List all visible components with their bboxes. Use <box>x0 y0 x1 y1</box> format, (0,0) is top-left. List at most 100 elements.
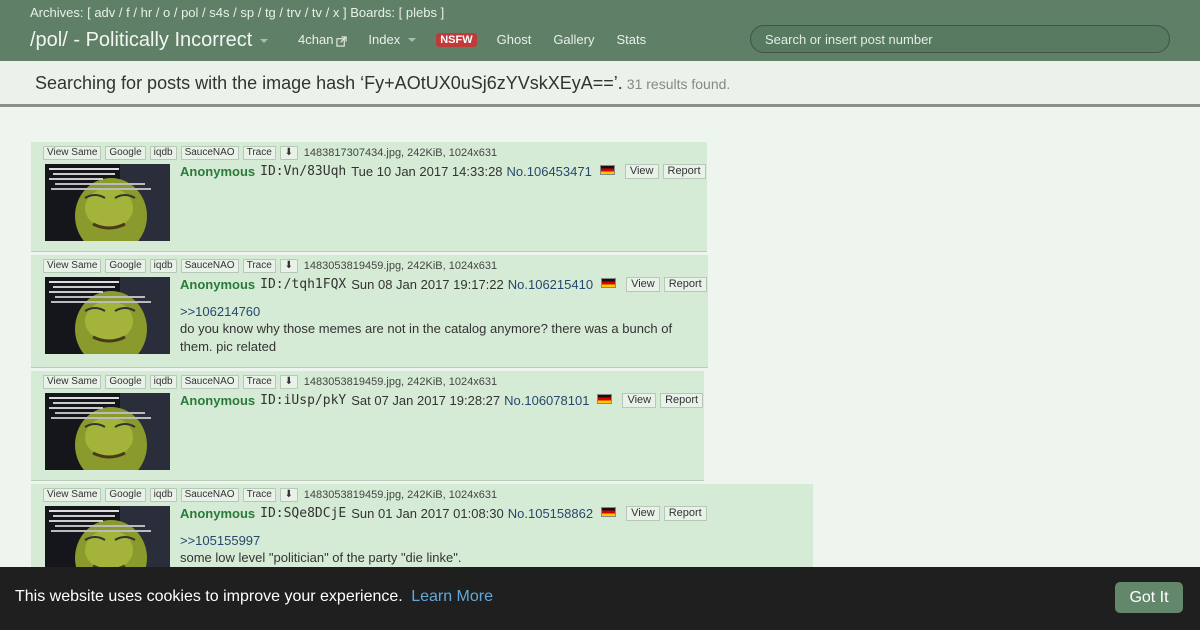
poster-id[interactable]: ID:Vn/83Uqh <box>260 164 346 179</box>
view-post-button[interactable]: View <box>626 277 660 292</box>
quote-link[interactable]: >>105155997 <box>180 533 260 548</box>
view-post-button[interactable]: View <box>626 506 660 521</box>
file-controls: View Same Google iqdb SauceNAO Trace ⬇ 1… <box>43 259 497 273</box>
board-title: /pol/ - Politically Incorrect <box>30 29 253 51</box>
cookie-message: This website uses cookies to improve you… <box>15 588 403 605</box>
trace-button[interactable]: Trace <box>242 375 276 389</box>
saucenao-button[interactable]: SauceNAO <box>180 259 239 273</box>
iqdb-button[interactable]: iqdb <box>149 488 177 502</box>
iqdb-button[interactable]: iqdb <box>149 375 177 389</box>
nav-gallery-link[interactable]: Gallery <box>553 32 594 47</box>
post-thumbnail[interactable] <box>45 164 170 241</box>
trace-button[interactable]: Trace <box>242 146 276 160</box>
saucenao-button[interactable]: SauceNAO <box>180 488 239 502</box>
learn-more-link[interactable]: Learn More <box>411 588 493 605</box>
quote-link[interactable]: >>106214760 <box>180 304 260 319</box>
google-search-button[interactable]: Google <box>105 259 146 273</box>
view-same-button[interactable]: View Same <box>43 375 102 389</box>
iqdb-button[interactable]: iqdb <box>149 146 177 160</box>
nav-4chan-link[interactable]: 4chan <box>298 32 348 47</box>
google-search-button[interactable]: Google <box>105 146 146 160</box>
board-link-pol[interactable]: pol <box>181 5 198 20</box>
post-body: do you know why those memes are not in t… <box>180 321 673 354</box>
poster-name: Anonymous <box>180 393 256 408</box>
file-controls: View Same Google iqdb SauceNAO Trace ⬇ 1… <box>43 146 497 160</box>
board-link-hr[interactable]: hr <box>141 5 153 20</box>
cookie-accept-button[interactable]: Got It <box>1115 582 1183 613</box>
poster-id[interactable]: ID:SQe8DCjE <box>260 506 346 521</box>
nav-ghost-link[interactable]: Ghost <box>497 32 532 47</box>
poster-id[interactable]: ID:/tqh1FQX <box>260 277 346 292</box>
board-link-plebs[interactable]: plebs <box>406 5 437 20</box>
view-post-button[interactable]: View <box>624 164 659 179</box>
report-post-button[interactable]: Report <box>662 164 706 179</box>
file-controls: View Same Google iqdb SauceNAO Trace ⬇ 1… <box>43 488 497 502</box>
post-header: Anonymous ID:iUsp/pkY Sat 07 Jan 2017 19… <box>180 393 707 408</box>
google-search-button[interactable]: Google <box>105 375 146 389</box>
archives-label: Archives: [ <box>30 5 91 20</box>
view-same-button[interactable]: View Same <box>43 259 102 273</box>
board-link-f[interactable]: f <box>126 5 130 20</box>
post-item: View Same Google iqdb SauceNAO Trace ⬇ 1… <box>31 371 704 481</box>
chevron-down-icon <box>260 38 269 43</box>
post-date: Sun 08 Jan 2017 19:17:22 <box>351 277 504 292</box>
post-item: View Same Google iqdb SauceNAO Trace ⬇ 1… <box>31 255 708 368</box>
board-link-s4s[interactable]: s4s <box>209 5 229 20</box>
post-thumbnail[interactable] <box>45 393 170 470</box>
board-link-trv[interactable]: trv <box>287 5 301 20</box>
download-icon[interactable]: ⬇ <box>279 259 298 273</box>
post-number-link[interactable]: No.106078101 <box>504 393 589 408</box>
download-icon[interactable]: ⬇ <box>279 488 298 502</box>
saucenao-button[interactable]: SauceNAO <box>180 146 239 160</box>
chevron-down-icon <box>408 37 417 42</box>
report-post-button[interactable]: Report <box>663 277 707 292</box>
search-input[interactable]: Search or insert post number <box>750 25 1170 53</box>
nav-stats-link[interactable]: Stats <box>617 32 647 47</box>
post-header: Anonymous ID:/tqh1FQX Sun 08 Jan 2017 19… <box>180 277 711 292</box>
results-count: 31 results found. <box>626 76 731 92</box>
board-title-dropdown[interactable]: /pol/ - Politically Incorrect <box>30 29 269 52</box>
nav-index-label: Index <box>368 32 401 47</box>
file-info: 1483053819459.jpg, 242KiB, 1024x631 <box>303 376 498 388</box>
post-thumbnail[interactable] <box>45 277 170 354</box>
trace-button[interactable]: Trace <box>242 259 276 273</box>
iqdb-button[interactable]: iqdb <box>149 259 177 273</box>
nsfw-badge: NSFW <box>436 32 477 47</box>
post-number-link[interactable]: No.106215410 <box>508 277 593 292</box>
report-post-button[interactable]: Report <box>660 393 704 408</box>
post-number-link[interactable]: No.106453471 <box>507 164 592 179</box>
board-link-x[interactable]: x <box>333 5 340 20</box>
poster-id[interactable]: ID:iUsp/pkY <box>260 393 346 408</box>
report-post-button[interactable]: Report <box>663 506 707 521</box>
download-icon[interactable]: ⬇ <box>279 146 298 160</box>
saucenao-button[interactable]: SauceNAO <box>180 375 239 389</box>
view-post-button[interactable]: View <box>622 393 657 408</box>
germany-flag-icon <box>601 506 617 517</box>
post-item: View Same Google iqdb SauceNAO Trace ⬇ 1… <box>31 142 707 252</box>
results-summary: Searching for posts with the image hash … <box>35 73 730 94</box>
file-info: 1483817307434.jpg, 242KiB, 1024x631 <box>303 147 498 159</box>
google-search-button[interactable]: Google <box>105 488 146 502</box>
board-link-tg[interactable]: tg <box>265 5 276 20</box>
germany-flag-icon <box>599 164 615 175</box>
file-info: 1483053819459.jpg, 242KiB, 1024x631 <box>303 489 498 501</box>
download-icon[interactable]: ⬇ <box>279 375 298 389</box>
poster-name: Anonymous <box>180 506 256 521</box>
nav-index-dropdown[interactable]: Index <box>368 32 417 47</box>
board-link-sp[interactable]: sp <box>240 5 254 20</box>
cookie-message-line: This website uses cookies to improve you… <box>15 588 493 606</box>
board-link-tv[interactable]: tv <box>312 5 322 20</box>
post-number-link[interactable]: No.105158862 <box>508 506 593 521</box>
post-header: Anonymous ID:Vn/83Uqh Tue 10 Jan 2017 14… <box>180 164 710 179</box>
nav-4chan-label: 4chan <box>298 32 334 47</box>
view-same-button[interactable]: View Same <box>43 488 102 502</box>
file-controls: View Same Google iqdb SauceNAO Trace ⬇ 1… <box>43 375 497 389</box>
board-list: Archives: [ adv / f / hr / o / pol / s4s… <box>30 5 445 20</box>
top-header: Archives: [ adv / f / hr / o / pol / s4s… <box>0 0 1200 61</box>
board-link-o[interactable]: o <box>163 5 170 20</box>
post-body: some low level "politician" of the party… <box>180 550 462 565</box>
germany-flag-icon <box>597 393 613 404</box>
board-link-adv[interactable]: adv <box>94 5 115 20</box>
trace-button[interactable]: Trace <box>242 488 276 502</box>
view-same-button[interactable]: View Same <box>43 146 102 160</box>
